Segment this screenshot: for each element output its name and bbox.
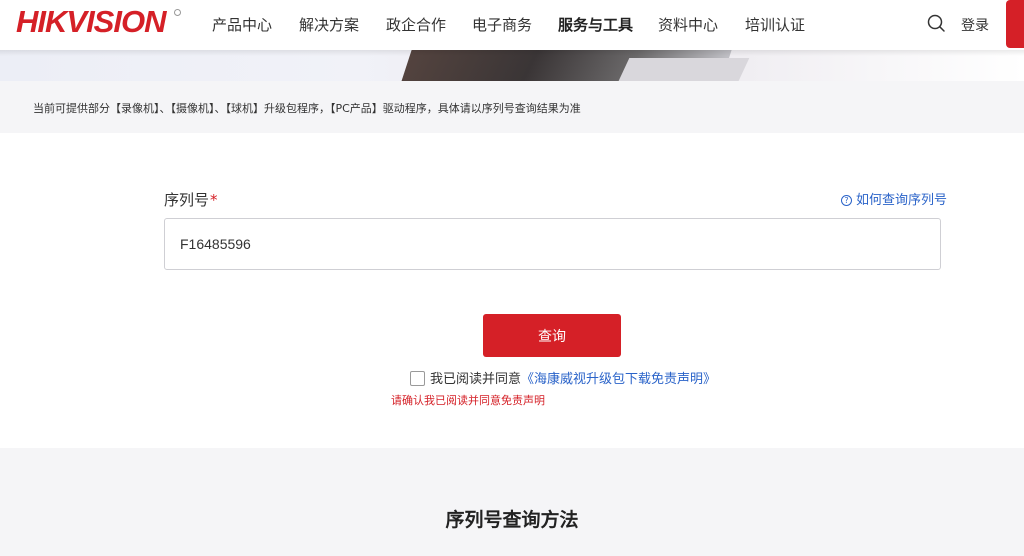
query-method-section: 序列号查询方法 xyxy=(0,448,1024,556)
top-header: HIKVISION 产品中心 解决方案 政企合作 电子商务 服务与工具 资料中心… xyxy=(0,0,1024,50)
nav-item-services-tools[interactable]: 服务与工具 xyxy=(558,14,633,35)
login-link[interactable]: 登录 xyxy=(961,15,989,35)
agree-text: 我已阅读并同意 xyxy=(430,372,522,387)
nav-item-ecommerce[interactable]: 电子商务 xyxy=(472,14,532,35)
notice-text: 当前可提供部分【录像机】、【摄像机】、【球机】升级包程序，【PC产品】驱动程序，… xyxy=(33,102,581,115)
agreement-row: 我已阅读并同意《海康威视升级包下载免责声明》 xyxy=(410,368,716,387)
nav-item-solutions[interactable]: 解决方案 xyxy=(299,14,359,35)
required-mark: * xyxy=(210,191,218,209)
query-button[interactable]: 查询 xyxy=(483,314,621,357)
question-circle-icon: ? xyxy=(841,195,852,206)
nav-item-training[interactable]: 培训认证 xyxy=(745,14,805,35)
serial-number-input[interactable] xyxy=(164,218,941,270)
help-link-text: 如何查询序列号 xyxy=(856,193,948,208)
search-icon[interactable] xyxy=(926,13,946,33)
serial-label: 序列号* xyxy=(164,189,218,210)
agree-checkbox[interactable] xyxy=(410,371,425,386)
banner-image-light xyxy=(610,58,750,81)
disclaimer-link[interactable]: 《海康威视升级包下载免责声明》 xyxy=(521,372,716,387)
query-method-title: 序列号查询方法 xyxy=(445,509,579,531)
notice-bar: 当前可提供部分【录像机】、【摄像机】、【球机】升级包程序，【PC产品】驱动程序，… xyxy=(0,81,1024,133)
how-to-find-serial-link[interactable]: ? 如何查询序列号 xyxy=(841,189,947,208)
nav-item-products[interactable]: 产品中心 xyxy=(212,14,272,35)
serial-query-form: 序列号* ?如何查询序列号 查询 我已阅读并同意《海康威视升级包下载免责声明》 … xyxy=(0,133,1024,448)
nav-item-resources[interactable]: 资料中心 xyxy=(658,14,718,35)
side-red-tab[interactable] xyxy=(1006,0,1024,48)
banner-shadow xyxy=(0,50,1024,56)
nav-item-government[interactable]: 政企合作 xyxy=(386,14,446,35)
hero-banner xyxy=(0,50,1024,81)
serial-label-text: 序列号 xyxy=(164,191,210,209)
registered-mark-icon xyxy=(174,9,181,16)
agreement-error-message: 请确认我已阅读并同意免责声明 xyxy=(391,394,545,407)
hikvision-logo[interactable]: HIKVISION xyxy=(16,4,166,40)
